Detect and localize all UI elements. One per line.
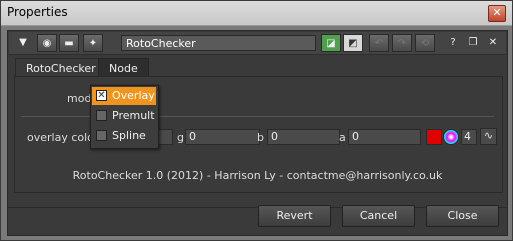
- tab-node[interactable]: Node: [98, 58, 149, 78]
- mode-dropdown-menu: ✕ Overlay Premult Spline: [90, 85, 159, 149]
- float-icon[interactable]: ❐: [463, 34, 483, 52]
- tab-rotochecker[interactable]: RotoChecker: [15, 58, 107, 78]
- g-label: g: [177, 131, 184, 144]
- channel-count-field[interactable]: 4: [461, 129, 477, 145]
- properties-panel: ▼ ◉ ▬ ✦ RotoChecker ◪ ◩ ↶ ↷ ⟲ ? ❐ ✕ Roto…: [7, 30, 508, 236]
- node-toolbar: ▼ ◉ ▬ ✦ RotoChecker ◪ ◩ ↶ ↷ ⟲ ? ❐ ✕: [9, 32, 506, 55]
- revert-icon[interactable]: ⟲: [415, 34, 435, 52]
- redo-icon[interactable]: ↷: [392, 34, 412, 52]
- cancel-button[interactable]: Cancel: [342, 205, 415, 227]
- a-label: a: [339, 131, 346, 144]
- collapse-triangle-icon[interactable]: ▼: [13, 34, 33, 52]
- mode-option-premult[interactable]: Premult: [92, 107, 156, 125]
- b-label: b: [257, 131, 264, 144]
- overlay-b-field[interactable]: 0: [267, 129, 340, 145]
- overlay-g-field[interactable]: 0: [185, 129, 260, 145]
- node-name-input[interactable]: RotoChecker: [121, 35, 316, 51]
- overlay-a-field[interactable]: 0: [348, 129, 421, 145]
- color-wheel-icon[interactable]: [443, 129, 459, 145]
- color-swatch-button[interactable]: [426, 129, 442, 145]
- window-close-button[interactable]: ✕: [488, 5, 506, 22]
- check-icon: ✕: [96, 90, 107, 101]
- checkbox-icon: [96, 130, 107, 141]
- close-panel-icon[interactable]: ✕: [483, 34, 503, 52]
- node-graph-icon[interactable]: ▬: [59, 34, 79, 52]
- revert-button[interactable]: Revert: [258, 205, 331, 227]
- help-icon[interactable]: ?: [443, 34, 463, 52]
- tile-color-icon[interactable]: ◩: [343, 34, 363, 52]
- bulb-icon[interactable]: ✦: [83, 34, 103, 52]
- overlay-color-label: overlay color: [27, 131, 99, 144]
- properties-window: Properties ✕ ▼ ◉ ▬ ✦ RotoChecker ◪ ◩ ↶ ↷…: [0, 0, 513, 241]
- mode-option-overlay[interactable]: ✕ Overlay: [92, 87, 156, 105]
- mode-option-spline[interactable]: Spline: [92, 127, 156, 145]
- title-bar[interactable]: Properties ✕: [1, 1, 512, 26]
- undo-icon[interactable]: ↶: [369, 34, 389, 52]
- checkbox-icon: [96, 110, 107, 121]
- credit-text: RotoChecker 1.0 (2012) - Harrison Ly - c…: [72, 169, 443, 182]
- node-color-icon[interactable]: ◪: [321, 34, 341, 52]
- viewer-icon[interactable]: ◉: [37, 34, 57, 52]
- close-button[interactable]: Close: [426, 205, 499, 227]
- curve-editor-icon[interactable]: ∿: [480, 128, 497, 145]
- tab-bar: RotoChecker Node: [9, 58, 506, 78]
- window-title: Properties: [7, 5, 68, 19]
